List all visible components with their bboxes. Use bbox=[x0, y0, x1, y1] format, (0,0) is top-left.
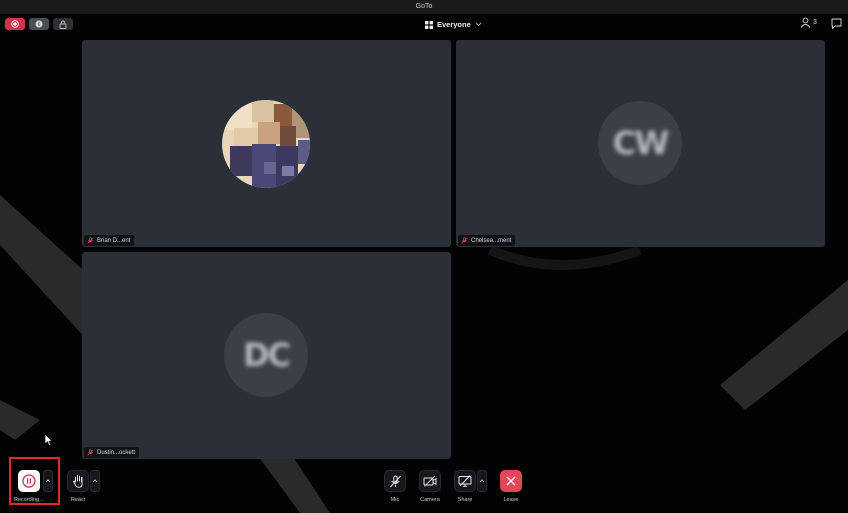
mic-off-icon bbox=[87, 449, 94, 456]
recording-highlight-box bbox=[9, 457, 60, 505]
share-control[interactable]: Share bbox=[454, 470, 476, 503]
mic-off-icon bbox=[461, 237, 468, 244]
grid-icon bbox=[425, 20, 433, 29]
chevron-up-icon bbox=[92, 479, 98, 483]
camera-label: Camera bbox=[420, 497, 440, 503]
view-label: Everyone bbox=[437, 20, 471, 29]
participant-avatar: CW bbox=[598, 101, 682, 185]
info-button[interactable] bbox=[29, 18, 49, 30]
share-options-button[interactable] bbox=[477, 470, 487, 492]
mic-off-icon bbox=[87, 237, 94, 244]
top-toolbar: Everyone 3 bbox=[0, 14, 848, 36]
cursor-icon bbox=[44, 433, 54, 447]
participant-avatar: DC bbox=[224, 313, 308, 397]
participant-count: 3 bbox=[813, 19, 817, 26]
participants-button[interactable]: 3 bbox=[800, 17, 817, 28]
react-control[interactable]: React bbox=[67, 470, 89, 503]
leave-label: Leave bbox=[503, 497, 519, 503]
chevron-down-icon bbox=[475, 22, 482, 27]
chat-icon bbox=[831, 18, 842, 30]
view-selector[interactable]: Everyone bbox=[425, 17, 482, 32]
camera-off-icon bbox=[423, 475, 437, 487]
info-icon bbox=[35, 20, 43, 28]
participant-name-tag: Dustin...ockett bbox=[84, 447, 140, 458]
chat-button[interactable] bbox=[831, 18, 842, 32]
hand-icon bbox=[72, 475, 82, 488]
avatar-initials: CW bbox=[612, 124, 670, 162]
mic-control[interactable]: Mic bbox=[384, 470, 406, 503]
mic-button[interactable] bbox=[384, 470, 406, 492]
participant-tile-1[interactable]: Brian D...ent bbox=[82, 40, 451, 247]
participant-tile-3[interactable]: DC Dustin...ockett bbox=[82, 252, 451, 459]
participant-tile-2[interactable]: CW Chelsea...ment bbox=[456, 40, 825, 247]
window-title: GoTo bbox=[415, 3, 433, 10]
leave-control[interactable]: Leave bbox=[500, 470, 522, 503]
share-off-icon bbox=[458, 475, 472, 487]
participant-name: Brian D...ent bbox=[97, 237, 131, 244]
react-button[interactable] bbox=[67, 470, 89, 492]
react-options-button[interactable] bbox=[90, 470, 100, 492]
camera-button[interactable] bbox=[419, 470, 441, 492]
react-label: React bbox=[70, 497, 86, 503]
lock-icon bbox=[59, 20, 67, 29]
leave-button[interactable] bbox=[500, 470, 522, 492]
share-button[interactable] bbox=[454, 470, 476, 492]
chevron-up-icon bbox=[479, 479, 485, 483]
avatar-initials: DC bbox=[242, 336, 291, 374]
lock-button[interactable] bbox=[53, 18, 73, 30]
record-icon bbox=[11, 20, 19, 28]
mic-label: Mic bbox=[390, 497, 400, 503]
share-label: Share bbox=[457, 497, 473, 503]
window-titlebar: GoTo bbox=[0, 0, 848, 14]
participant-name-tag: Brian D...ent bbox=[84, 235, 135, 246]
participant-photo bbox=[222, 100, 310, 188]
participant-name: Dustin...ockett bbox=[97, 449, 136, 456]
person-icon bbox=[800, 17, 811, 28]
close-icon bbox=[506, 476, 516, 486]
participant-name: Chelsea...ment bbox=[471, 237, 512, 244]
recording-indicator-button[interactable] bbox=[5, 18, 25, 30]
mic-off-icon bbox=[389, 475, 401, 487]
participant-name-tag: Chelsea...ment bbox=[458, 235, 516, 246]
camera-control[interactable]: Camera bbox=[419, 470, 441, 503]
